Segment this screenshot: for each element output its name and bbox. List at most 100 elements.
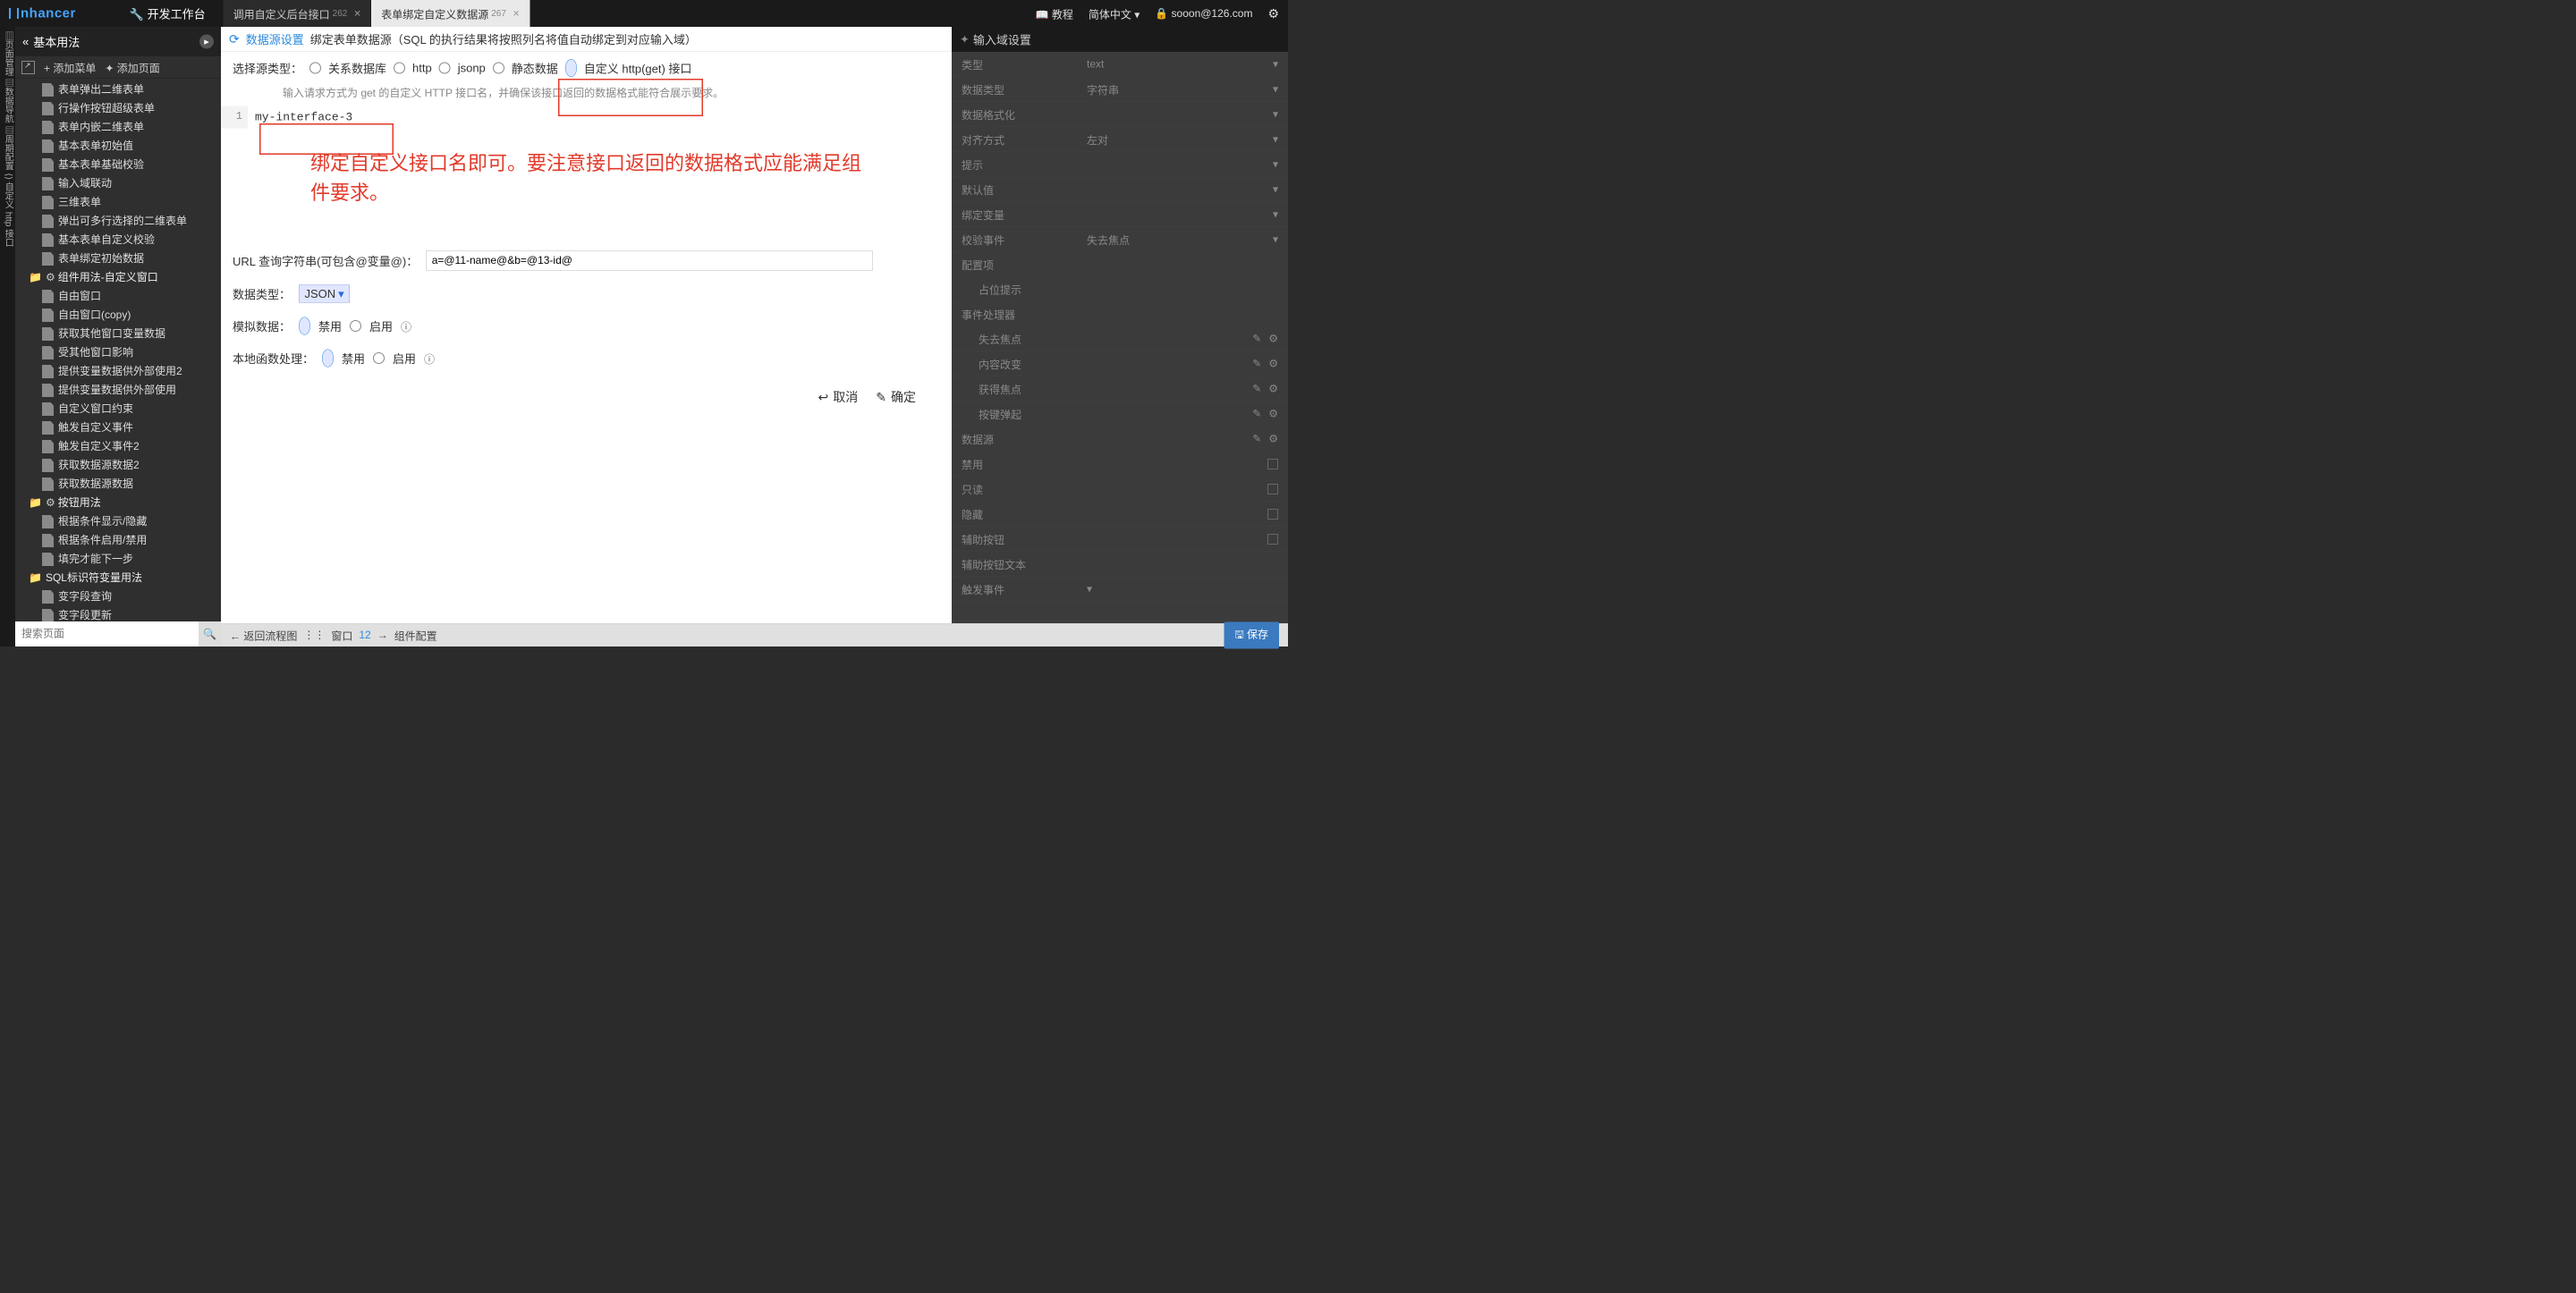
tree-group[interactable]: 📁⚙组件用法-自定义窗口 [15,268,221,287]
tree-item[interactable]: 三维表单 [15,193,221,212]
datasource-row[interactable]: 数据源✎⚙ [952,427,1288,452]
local-disable-label[interactable]: 禁用 [342,350,365,367]
tree-item[interactable]: 提供变量数据供外部使用 [15,381,221,400]
event-row[interactable]: 失去焦点✎⚙ [952,326,1288,351]
radio-db[interactable] [309,63,321,74]
local-disable[interactable] [322,350,334,368]
settings-row[interactable]: 对齐方式左对▾ [952,127,1288,152]
add-page-button[interactable]: ✦ 添加页面 [105,60,159,76]
radio-custom[interactable] [565,59,577,77]
tree-group[interactable]: 📁⚙按钮用法 [15,494,221,512]
ok-button[interactable]: 确定 [876,388,916,406]
mock-enable[interactable] [350,320,361,332]
expand-icon[interactable] [21,61,35,74]
settings-row[interactable]: 默认值▾ [952,177,1288,202]
save-button[interactable]: 🖫 保存 [1224,621,1279,648]
event-row[interactable]: 内容改变✎⚙ [952,351,1288,376]
search-input[interactable] [15,621,199,646]
crumb-window[interactable]: 窗口 [331,628,352,644]
search-icon[interactable]: 🔍 [199,628,221,641]
settings-row[interactable]: 校验事件失去焦点▾ [952,227,1288,252]
collapse-icon[interactable]: « [22,35,29,49]
opt-db[interactable]: 关系数据库 [328,60,386,77]
tree-item[interactable]: 根据条件显示/隐藏 [15,512,221,531]
tree-item[interactable]: 基本表单基础校验 [15,156,221,174]
crumb-component[interactable]: 组件配置 [394,628,437,644]
language-selector[interactable]: 简体中文 [1089,5,1140,21]
close-icon[interactable]: ✕ [353,8,360,20]
url-query-input[interactable] [426,251,873,271]
tree-item[interactable]: 表单内嵌二维表单 [15,118,221,137]
mock-disable[interactable] [299,317,310,335]
flag-row[interactable]: 辅助按钮 [952,527,1288,552]
tree-item[interactable]: 输入域联动 [15,174,221,193]
tree-item[interactable]: 变字段更新 [15,606,221,621]
tree-item[interactable]: 获取数据源数据2 [15,456,221,475]
tree-item[interactable]: 触发自定义事件2 [15,437,221,456]
code-editor[interactable]: my-interface-3 [248,106,940,129]
cancel-button[interactable]: 取消 [818,388,859,406]
settings-row[interactable]: 提示▾ [952,152,1288,177]
refresh-icon[interactable]: ⟳ [229,32,240,47]
aux-text-row[interactable]: 辅助按钮文本 [952,552,1288,577]
tree-item[interactable]: 获取数据源数据 [15,475,221,494]
tree-item[interactable]: 自由窗口 [15,287,221,306]
settings-row[interactable]: 类型text▾ [952,52,1288,77]
flag-row[interactable]: 禁用 [952,452,1288,477]
tree-item[interactable]: 行操作按钮超级表单 [15,99,221,118]
placeholder-config[interactable]: 占位提示 [952,277,1288,302]
tree-item[interactable]: 基本表单自定义校验 [15,231,221,249]
local-enable-label[interactable]: 启用 [393,350,416,367]
close-icon[interactable]: ✕ [513,8,520,20]
tree-item[interactable]: 受其他窗口影响 [15,343,221,362]
radio-static[interactable] [493,63,504,74]
config-group[interactable]: 配置项 [952,252,1288,277]
mock-enable-label[interactable]: 启用 [369,317,393,334]
opt-static[interactable]: 静态数据 [512,60,558,77]
opt-http[interactable]: http [412,61,432,75]
tree-item[interactable]: 获取其他窗口变量数据 [15,325,221,343]
opt-custom[interactable]: 自定义 http(get) 接口 [584,60,692,77]
data-type-select[interactable]: JSON [299,285,350,303]
tree-item[interactable]: 表单绑定初始数据 [15,249,221,268]
info-icon[interactable]: ⓘ [424,351,435,367]
settings-row[interactable]: 数据类型字符串▾ [952,77,1288,102]
tree-group[interactable]: 📁SQL标识符变量用法 [15,569,221,587]
tree-item[interactable]: 变字段查询 [15,587,221,606]
event-row[interactable]: 按键弹起✎⚙ [952,401,1288,427]
vertical-rail[interactable]: ▥页面管理 ▤数据导航 ▤周期配置 ⟨⟩ 自定义 http 接口 [0,27,15,646]
event-row[interactable]: 获得焦点✎⚙ [952,376,1288,401]
back-to-flow[interactable]: ← 返回流程图 [230,628,297,644]
tab-1[interactable]: 调用自定义后台接口 262 ✕ [224,0,372,27]
workbench-link[interactable]: 开发工作台 [130,5,206,22]
tree-item[interactable]: 填完才能下一步 [15,550,221,569]
tree-item[interactable]: 根据条件启用/禁用 [15,531,221,550]
radio-jsonp[interactable] [439,63,451,74]
play-icon[interactable]: ▸ [199,35,214,49]
local-enable[interactable] [373,352,385,364]
tree-item[interactable]: 弹出可多行选择的二维表单 [15,212,221,231]
tree-item[interactable]: 表单弹出二维表单 [15,80,221,99]
tab-2[interactable]: 表单绑定自定义数据源 267 ✕ [371,0,530,27]
trigger-row[interactable]: 触发事件▾ [952,577,1288,602]
settings-row[interactable]: 绑定变量▾ [952,202,1288,227]
add-menu-button[interactable]: + 添加菜单 [44,60,96,76]
tree-item[interactable]: 自定义窗口约束 [15,400,221,418]
radio-http[interactable] [394,63,405,74]
tree-item[interactable]: 触发自定义事件 [15,418,221,437]
settings-row[interactable]: 数据格式化▾ [952,102,1288,127]
tree-item[interactable]: 自由窗口(copy) [15,306,221,325]
tutorial-link[interactable]: 📖 教程 [1036,5,1073,21]
settings-icon[interactable]: ⚙ [1267,6,1279,21]
flag-row[interactable]: 只读 [952,477,1288,502]
event-group[interactable]: 事件处理器 [952,302,1288,327]
gear-icon[interactable]: ⚙ [1268,433,1278,446]
flag-row[interactable]: 隐藏 [952,502,1288,527]
info-icon[interactable]: ⓘ [401,318,411,334]
opt-jsonp[interactable]: jsonp [458,61,486,75]
user-menu[interactable]: 🔒 sooon@126.com [1155,7,1252,21]
tree-item[interactable]: 基本表单初始值 [15,137,221,156]
tree-item[interactable]: 提供变量数据供外部使用2 [15,362,221,381]
edit-icon[interactable]: ✎ [1252,433,1261,446]
mock-disable-label[interactable]: 禁用 [318,317,342,334]
